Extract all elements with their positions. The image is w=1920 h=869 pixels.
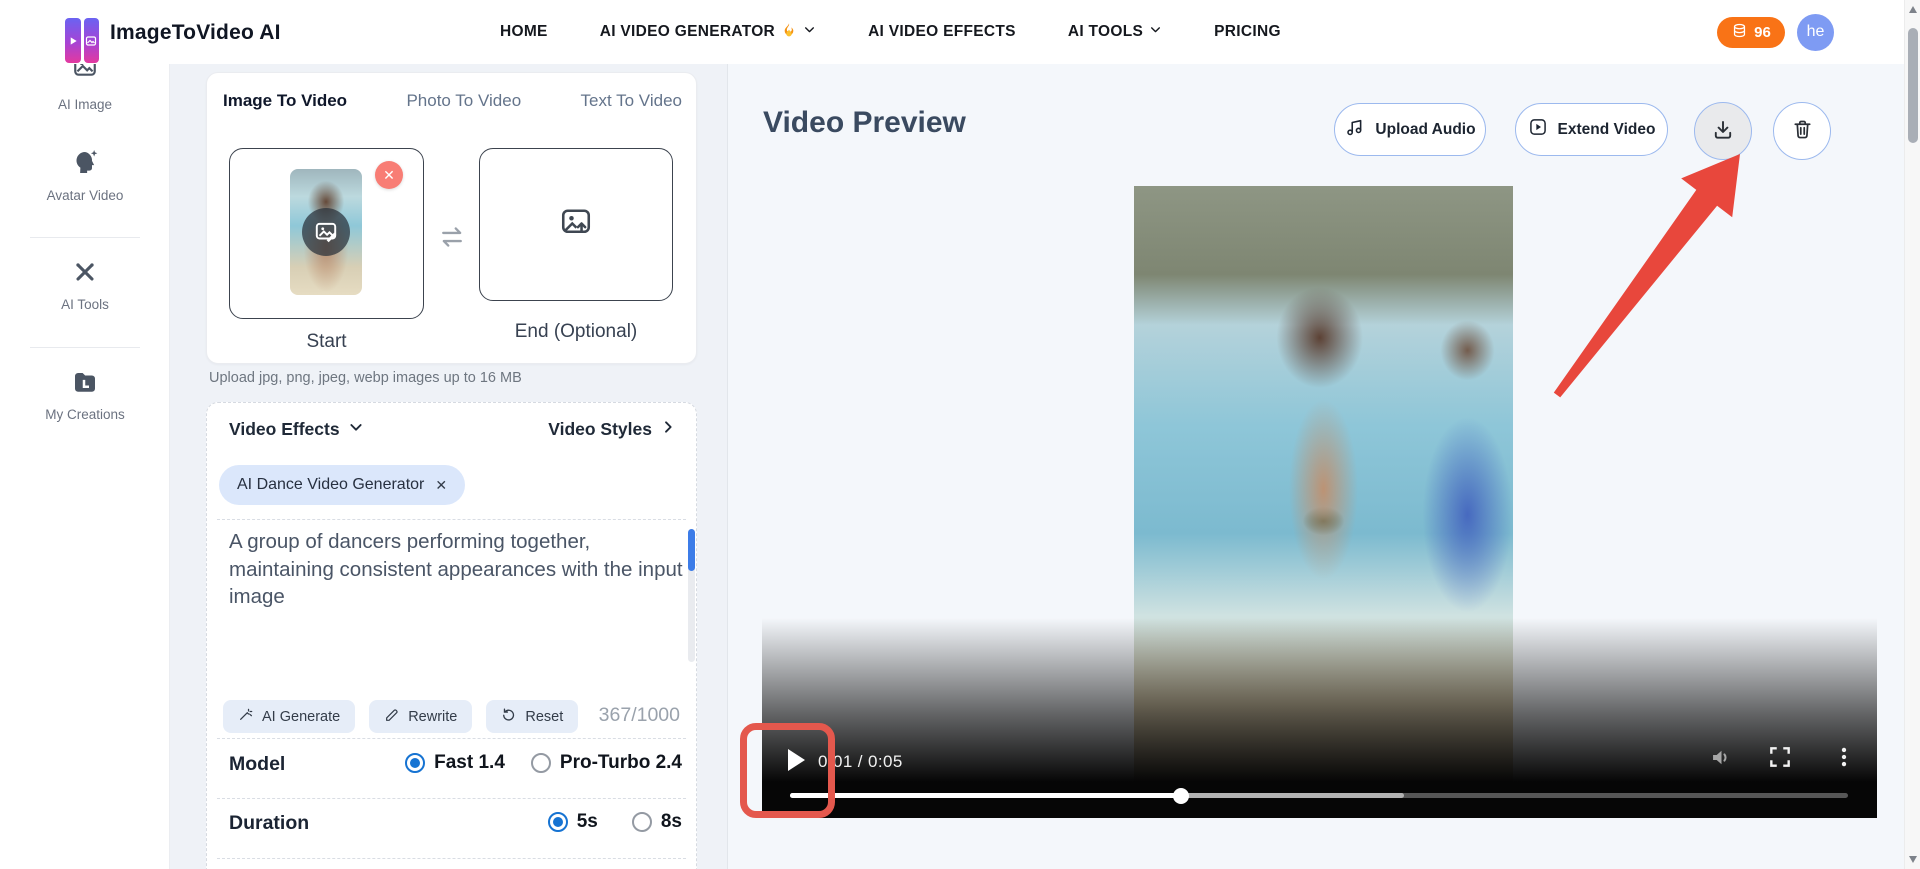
fire-icon [781,21,797,44]
model-label: Model [229,753,286,775]
scrollbar-thumb[interactable] [1908,28,1918,143]
scroll-down-arrow[interactable] [1909,856,1917,863]
main-nav: HOME AI VIDEO GENERATOR AI VIDEO EFFECTS… [500,0,1281,64]
tab-text-to-video[interactable]: Text To Video [581,91,682,111]
image-edit-icon [302,208,350,256]
fullscreen-icon[interactable] [1767,744,1793,775]
video-effects-toggle[interactable]: Video Effects [229,419,364,440]
chevron-down-icon [803,23,816,41]
end-label: End (Optional) [514,321,638,342]
annotation-highlight-rect [740,723,835,818]
prompt-scrollbar-track[interactable] [688,529,695,662]
nav-ai-video-generator[interactable]: AI VIDEO GENERATOR [600,21,816,44]
end-frame-upload[interactable] [479,148,673,301]
start-label: Start [306,331,347,352]
divider [217,519,686,520]
char-counter: 367/1000 [598,704,680,726]
divider [217,798,686,799]
radio-unselected[interactable] [631,812,652,832]
sidebar-item-ai-tools[interactable]: AI Tools [0,258,170,312]
upload-hint: Upload jpg, png, jpeg, webp images up to… [209,370,522,386]
logo-play-icon [65,18,81,63]
remove-effect-tag-icon[interactable]: ✕ [435,477,447,494]
controls-gradient [762,618,1877,818]
top-navbar: ImageToVideo AI HOME AI VIDEO GENERATOR … [0,0,1920,64]
upload-audio-button[interactable]: Upload Audio [1334,103,1486,156]
credits-count: 96 [1754,23,1771,41]
scroll-up-arrow[interactable] [1909,6,1917,13]
sidebar-divider [30,347,140,348]
credits-badge[interactable]: 96 [1717,16,1785,48]
duration-option-8s[interactable]: 8s [631,811,682,833]
chevron-right-icon [660,419,676,440]
wand-icon [238,707,254,727]
progress-thumb[interactable] [1173,787,1190,804]
pencil-icon [384,707,400,727]
music-note-icon [1344,117,1365,143]
progress-bar[interactable] [790,787,1848,804]
my-creations-icon [0,368,170,403]
swap-frames-icon[interactable] [438,223,466,256]
brand-logo[interactable] [65,18,99,63]
nav-home[interactable]: HOME [500,23,548,41]
more-options-icon[interactable] [1831,744,1857,775]
delete-video-button[interactable] [1773,102,1831,160]
progress-played [790,793,1182,798]
start-frame-upload[interactable]: ✕ [229,148,424,319]
settings-card: Video Effects Video Styles AI Dance Vide… [206,402,697,869]
duration-options: 5s 8s [547,811,682,833]
prompt-scrollbar-thumb[interactable] [688,529,695,571]
duration-label: Duration [229,812,310,834]
play-square-icon [1528,117,1548,142]
user-avatar[interactable]: he [1797,13,1834,51]
image-upload-icon [558,204,594,245]
prompt-textarea[interactable]: A group of dancers performing together, … [229,528,691,611]
left-sidebar: AI Image Avatar Video AI Tools My Creati… [0,64,170,869]
tab-photo-to-video[interactable]: Photo To Video [406,91,521,111]
sidebar-item-my-creations[interactable]: My Creations [0,368,170,422]
composer-tabs: Image To Video Photo To Video Text To Vi… [223,91,682,111]
video-styles-link[interactable]: Video Styles [548,419,676,440]
chevron-down-icon [348,419,364,440]
ai-image-icon [0,64,170,81]
upload-card: Image To Video Photo To Video Text To Vi… [206,72,697,364]
tab-image-to-video[interactable]: Image To Video [223,91,347,111]
page-title: Video Preview [763,106,966,139]
sidebar-divider [30,237,140,238]
divider [217,858,686,859]
ai-tools-icon [0,258,170,291]
panel-divider [727,64,728,869]
model-options: Fast 1.4 Pro-Turbo 2.4 [405,752,682,774]
credits-icon [1731,22,1748,43]
logo-image-icon [83,18,99,63]
nav-pricing[interactable]: PRICING [1214,23,1281,41]
model-option-fast[interactable]: Fast 1.4 [405,752,505,774]
ai-generate-button[interactable]: AI Generate [223,700,356,733]
nav-ai-video-effects[interactable]: AI VIDEO EFFECTS [868,23,1016,41]
trash-icon [1791,118,1814,144]
avatar-video-icon [0,148,170,183]
radio-selected[interactable] [405,753,426,773]
model-option-pro-turbo[interactable]: Pro-Turbo 2.4 [530,752,682,774]
sidebar-item-ai-image[interactable]: AI Image [0,64,170,119]
duration-option-5s[interactable]: 5s [547,811,598,833]
page-scrollbar[interactable] [1904,0,1920,869]
reset-icon [501,707,517,727]
start-image-thumbnail[interactable] [290,169,362,295]
annotation-arrow [1540,140,1770,415]
reset-button[interactable]: Reset [486,700,579,733]
nav-ai-tools[interactable]: AI TOOLS [1068,23,1162,41]
radio-selected[interactable] [547,812,568,832]
sidebar-item-avatar-video[interactable]: Avatar Video [0,148,170,203]
rewrite-button[interactable]: Rewrite [369,700,473,733]
remove-start-image-button[interactable]: ✕ [375,161,403,189]
effect-tag[interactable]: AI Dance Video Generator ✕ [219,465,466,505]
divider [217,738,686,739]
radio-unselected[interactable] [530,753,551,773]
chevron-down-icon [1149,23,1162,41]
brand-name: ImageToVideo AI [110,21,281,44]
volume-icon[interactable] [1708,744,1735,776]
